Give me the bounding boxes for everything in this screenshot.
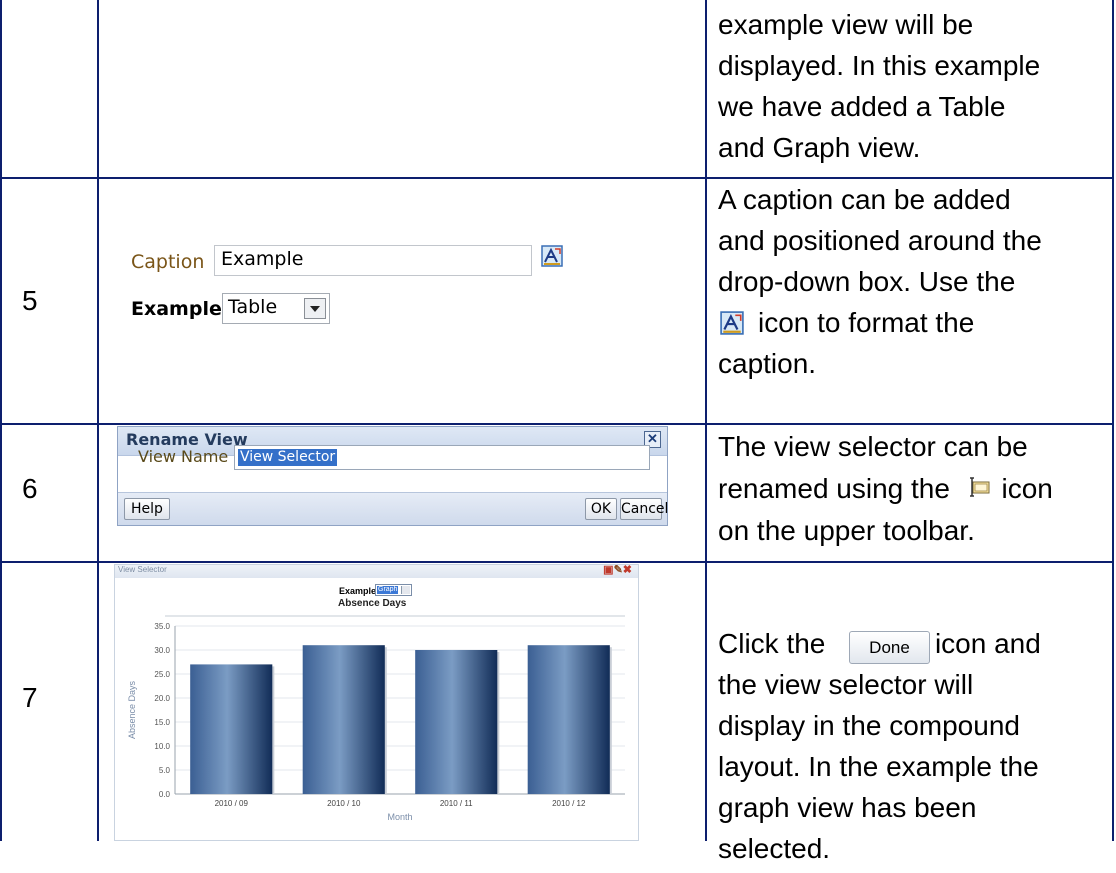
view-name-value: View Selector bbox=[238, 449, 338, 466]
text-line: selected. bbox=[718, 833, 831, 864]
view-name-input[interactable]: View Selector bbox=[234, 445, 650, 470]
delete-icon[interactable]: ✖ bbox=[623, 564, 632, 576]
text-line: displayed. In this example bbox=[718, 50, 1041, 81]
table-right-border bbox=[1112, 0, 1114, 841]
x-tick-label: 2010 / 09 bbox=[215, 799, 249, 808]
text-fragment: icon to format the bbox=[758, 307, 975, 338]
text-line: and Graph view. bbox=[718, 132, 921, 163]
ok-button[interactable]: OK bbox=[585, 498, 617, 520]
row-number: 7 bbox=[22, 682, 38, 713]
y-tick-label: 5.0 bbox=[159, 766, 171, 775]
text-line: the view selector will bbox=[718, 669, 974, 700]
text-fragment: icon bbox=[1001, 473, 1053, 504]
text-fragment: Click the bbox=[718, 628, 826, 659]
text-line: layout. In the example the bbox=[718, 751, 1039, 782]
bar bbox=[190, 664, 273, 794]
text-line: The view selector can be bbox=[718, 431, 1028, 462]
row-number: 5 bbox=[22, 285, 38, 316]
y-tick-label: 30.0 bbox=[154, 646, 170, 655]
view-name-label: View Name bbox=[138, 447, 229, 466]
dialog-footer: Help OK Cancel bbox=[118, 492, 668, 525]
text-line: drop-down box. Use the bbox=[718, 266, 1016, 297]
x-axis-label: Month bbox=[387, 812, 412, 822]
text-line: renamed using the icon bbox=[718, 472, 1053, 514]
row-divider-5-6 bbox=[0, 423, 1114, 425]
bar bbox=[527, 645, 610, 794]
dropdown-value: Graph bbox=[377, 586, 399, 594]
rename-view-dialog: Rename View ✕ View Name View Selector He… bbox=[117, 426, 668, 526]
text-line: display in the compound bbox=[718, 710, 1020, 741]
cancel-button[interactable]: Cancel bbox=[620, 498, 668, 520]
x-tick-label: 2010 / 11 bbox=[440, 799, 473, 808]
text-line: caption. bbox=[718, 348, 817, 379]
y-tick-label: 35.0 bbox=[154, 622, 170, 631]
x-tick-label: 2010 / 12 bbox=[552, 799, 586, 808]
caption-label: Caption bbox=[131, 251, 205, 273]
row-number: 6 bbox=[22, 473, 38, 504]
help-button[interactable]: Help bbox=[124, 498, 170, 520]
row5-description: A caption can be added and positioned ar… bbox=[718, 183, 1042, 388]
chevron-down-icon[interactable] bbox=[401, 586, 410, 594]
panel-title: View Selector bbox=[118, 565, 167, 574]
row-divider-4-5 bbox=[0, 177, 1114, 179]
y-tick-label: 0.0 bbox=[159, 790, 171, 799]
table-left-border bbox=[0, 0, 2, 841]
example-view-dropdown[interactable]: Table bbox=[222, 293, 330, 324]
chart-title: Absence Days bbox=[338, 598, 407, 609]
copy-icon[interactable]: ▣ bbox=[603, 564, 613, 576]
view-selector-panel: View Selector ▣✎✖ Example Graph Absence … bbox=[114, 564, 639, 841]
edit-icon[interactable]: ✎ bbox=[614, 564, 623, 576]
rename-view-icon bbox=[970, 477, 990, 497]
text-line: example view will be bbox=[718, 9, 974, 40]
text-line: icon to format the bbox=[718, 306, 1042, 347]
graph-view-dropdown[interactable]: Graph bbox=[375, 584, 412, 596]
absence-days-chart: 0.0 5.0 10.0 15.0 20.0 25.0 30.0 35.0 2010 / 09 2… bbox=[127, 615, 625, 822]
done-button: Done bbox=[849, 631, 930, 664]
table-col-divider-2 bbox=[705, 0, 707, 841]
panel-header: View Selector ▣✎✖ bbox=[115, 565, 638, 578]
row6-description: The view selector can be renamed using t… bbox=[718, 430, 1053, 556]
selector-label: Example bbox=[339, 586, 377, 596]
format-caption-icon bbox=[720, 311, 744, 335]
bar bbox=[415, 650, 498, 794]
y-tick-label: 10.0 bbox=[154, 742, 170, 751]
text-fragment: renamed using the bbox=[718, 473, 950, 504]
text-line: and positioned around the bbox=[718, 225, 1042, 256]
y-tick-label: 20.0 bbox=[154, 694, 170, 703]
y-axis-label: Absence Days bbox=[127, 680, 137, 739]
chevron-down-icon[interactable] bbox=[304, 298, 326, 319]
text-line: A caption can be added bbox=[718, 184, 1011, 215]
dropdown-value: Table bbox=[228, 296, 278, 318]
panel-toolbar: ▣✎✖ bbox=[603, 565, 632, 576]
row4-description: example view will be displayed. In this … bbox=[718, 8, 1040, 172]
text-fragment: icon and bbox=[934, 628, 1041, 659]
y-tick-label: 25.0 bbox=[154, 670, 170, 679]
text-line: graph view has been bbox=[718, 792, 977, 823]
caption-input[interactable]: Example bbox=[214, 245, 532, 276]
table-col-divider-1 bbox=[97, 0, 99, 841]
format-caption-icon[interactable] bbox=[541, 245, 563, 267]
y-tick-label: 15.0 bbox=[154, 718, 170, 727]
bar bbox=[302, 645, 385, 794]
text-line: on the upper toolbar. bbox=[718, 515, 975, 546]
text-line: we have added a Table bbox=[718, 91, 1006, 122]
x-tick-label: 2010 / 10 bbox=[327, 799, 361, 808]
example-label: Example bbox=[131, 298, 222, 320]
row-divider-6-7 bbox=[0, 561, 1114, 563]
